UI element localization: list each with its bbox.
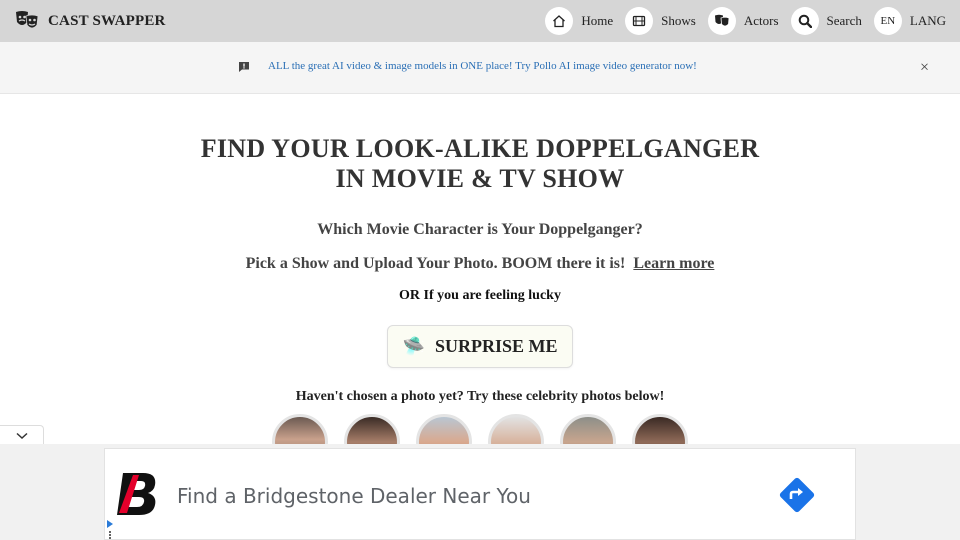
- ad-container: Find a Bridgestone Dealer Near You: [0, 444, 960, 540]
- nav-actors-label: Actors: [743, 13, 779, 28]
- brand[interactable]: CAST SWAPPER: [14, 10, 166, 32]
- close-icon[interactable]: ×: [920, 60, 929, 76]
- page-title-line-1: FIND YOUR LOOK-ALIKE DOPPELGANGER: [200, 134, 760, 163]
- celebrity-photos-hint: Haven't chosen a photo yet? Try these ce…: [295, 389, 665, 404]
- nav-search-label: Search: [826, 13, 862, 28]
- top-header: CAST SWAPPER Home Shows Actors Search EN…: [0, 0, 960, 42]
- announcement-link[interactable]: ALL the great AI video & image models in…: [268, 60, 697, 72]
- ad-headline[interactable]: Find a Bridgestone Dealer Near You: [177, 484, 531, 508]
- nav-language[interactable]: EN LANG: [873, 7, 946, 35]
- main-content: FIND YOUR LOOK-ALIKE DOPPELGANGER IN MOV…: [0, 94, 960, 470]
- chevron-down-icon: [15, 432, 28, 439]
- film-icon: [625, 7, 654, 35]
- ad-banner[interactable]: Find a Bridgestone Dealer Near You: [104, 448, 856, 540]
- ad-choices-icon[interactable]: [106, 519, 114, 539]
- nav-shows[interactable]: Shows: [625, 7, 696, 35]
- directions-arrow-icon[interactable]: [779, 477, 815, 513]
- nav-home[interactable]: Home: [545, 7, 613, 35]
- home-icon: [545, 7, 574, 35]
- theater-masks-logo-icon: [16, 11, 39, 29]
- language-code: EN: [880, 15, 896, 27]
- page-title: FIND YOUR LOOK-ALIKE DOPPELGANGER IN MOV…: [0, 134, 960, 194]
- lucky-text: OR If you are feeling lucky: [399, 288, 561, 303]
- surprise-me-label: SURPRISE ME: [434, 336, 558, 356]
- bridgestone-logo-icon: [117, 473, 156, 515]
- nav-search[interactable]: Search: [790, 7, 862, 35]
- learn-more-link[interactable]: Learn more: [633, 255, 714, 272]
- masks-icon: [707, 7, 736, 35]
- nav-home-label: Home: [581, 13, 614, 28]
- ad-collapse-toggle[interactable]: [0, 425, 44, 445]
- announcement-banner: ALL the great AI video & image models in…: [0, 42, 960, 94]
- language-badge: EN: [873, 7, 902, 35]
- brand-name: CAST SWAPPER: [48, 12, 166, 29]
- instructions-text: Pick a Show and Upload Your Photo. BOOM …: [245, 255, 626, 272]
- page-title-line-2: IN MOVIE & TV SHOW: [335, 164, 625, 193]
- search-icon: [790, 7, 819, 35]
- instructions: Pick a Show and Upload Your Photo. BOOM …: [0, 255, 960, 273]
- ufo-icon: 🛸: [402, 336, 425, 356]
- surprise-me-button[interactable]: 🛸 SURPRISE ME: [387, 325, 573, 368]
- announcement-icon: [239, 62, 249, 72]
- nav-shows-label: Shows: [661, 13, 696, 28]
- page-subtitle: Which Movie Character is Your Doppelgang…: [317, 221, 643, 238]
- nav-actors[interactable]: Actors: [707, 7, 779, 35]
- main-nav: Home Shows Actors Search EN LANG: [545, 7, 946, 35]
- nav-language-label: LANG: [909, 13, 946, 28]
